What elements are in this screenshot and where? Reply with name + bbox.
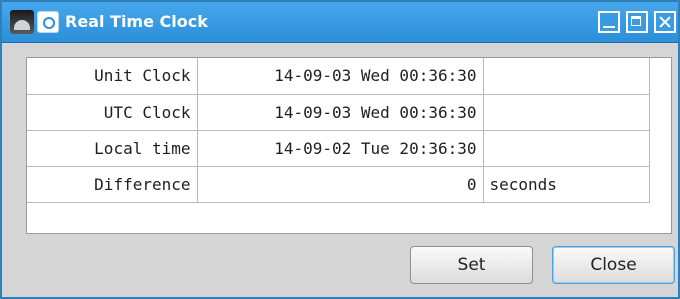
row-label: Unit Clock	[27, 58, 198, 95]
row-value: 0	[197, 166, 484, 203]
maximize-icon[interactable]	[626, 11, 648, 33]
row-unit	[483, 94, 650, 131]
table-row: Local time 14-09-02 Tue 20:36:30	[27, 130, 650, 167]
row-unit: seconds	[483, 166, 650, 203]
close-window-icon[interactable]	[654, 11, 676, 33]
table-row: UTC Clock 14-09-03 Wed 00:36:30	[27, 94, 650, 131]
minimize-icon[interactable]	[598, 11, 620, 33]
title-bar[interactable]: Real Time Clock	[2, 2, 678, 43]
row-label: Difference	[27, 166, 198, 203]
table-row: Unit Clock 14-09-03 Wed 00:36:30	[27, 58, 650, 95]
rtc-window: Real Time Clock Unit Clock 14-09-03 Wed …	[0, 0, 680, 299]
window-title: Real Time Clock	[65, 12, 208, 31]
row-unit	[483, 130, 650, 167]
row-unit	[483, 58, 650, 95]
row-label: UTC Clock	[27, 94, 198, 131]
set-button[interactable]: Set	[410, 246, 533, 284]
table-row: Difference 0 seconds	[27, 166, 650, 203]
clock-table: Unit Clock 14-09-03 Wed 00:36:30 UTC Clo…	[27, 58, 650, 203]
clock-table-panel: Unit Clock 14-09-03 Wed 00:36:30 UTC Clo…	[26, 57, 672, 234]
row-value: 14-09-03 Wed 00:36:30	[197, 58, 484, 95]
app-icon[interactable]	[10, 10, 34, 34]
system-menu-icon[interactable]	[37, 11, 59, 33]
row-value: 14-09-03 Wed 00:36:30	[197, 94, 484, 131]
row-value: 14-09-02 Tue 20:36:30	[197, 130, 484, 167]
row-label: Local time	[27, 130, 198, 167]
close-button[interactable]: Close	[552, 246, 675, 284]
